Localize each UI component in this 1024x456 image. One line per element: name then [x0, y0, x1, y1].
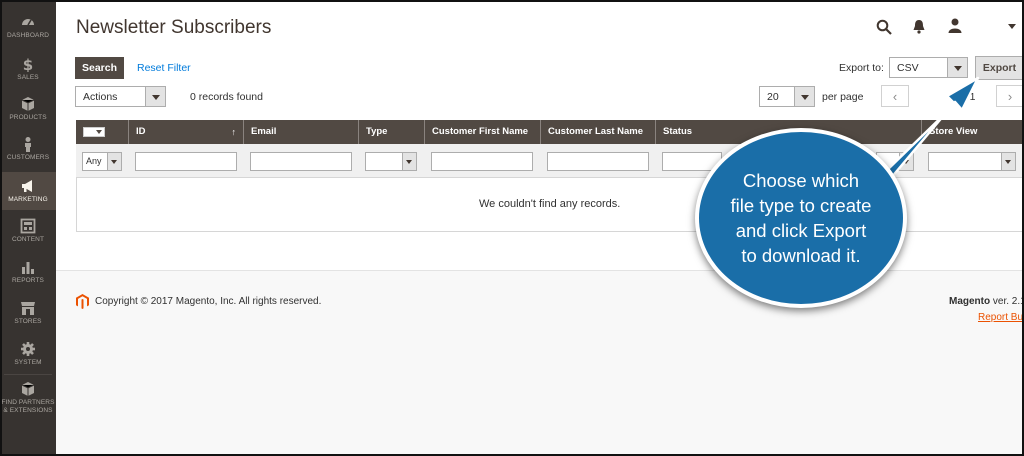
nav-customers[interactable]: CUSTOMERS [0, 136, 56, 162]
callout-line-4: to download it. [741, 245, 861, 266]
chevron-down-icon [145, 87, 165, 106]
nav-customers-label: CUSTOMERS [6, 154, 50, 161]
massaction-filter-value: Any [86, 156, 102, 166]
nav-stores-label: STORES [14, 318, 42, 325]
empty-message: We couldn't find any records. [479, 198, 621, 210]
callout-line-2: file type to create [730, 195, 872, 216]
nav-marketing-label: MARKETING [8, 196, 48, 203]
search-button[interactable]: Search [75, 57, 124, 79]
nav-system[interactable]: SYSTEM [0, 341, 56, 367]
export-format-select[interactable]: CSV [889, 57, 968, 78]
column-store-view[interactable]: Store View [921, 120, 1024, 144]
export-to-label: Export to: [839, 62, 884, 74]
column-last-name[interactable]: Customer Last Name [540, 120, 655, 144]
column-id-label: ID [136, 126, 146, 137]
chevron-down-icon [899, 153, 913, 170]
version-text: Magento ver. 2.1 [949, 296, 1024, 307]
export-format-value: CSV [897, 62, 919, 74]
nav-system-label: SYSTEM [14, 359, 42, 366]
svg-text:$: $ [23, 56, 33, 72]
layout-icon [20, 218, 36, 234]
box-icon [21, 382, 35, 396]
id-filter-input[interactable] [135, 152, 237, 171]
reset-filter-link[interactable]: Reset Filter [137, 62, 191, 74]
report-bugs-link[interactable]: Report Bu [978, 312, 1023, 323]
copyright-text: Copyright © 2017 Magento, Inc. All right… [95, 296, 322, 307]
callout-line-1: Choose which [742, 170, 860, 191]
per-page-value: 20 [767, 91, 779, 103]
caret-down-icon[interactable] [1008, 24, 1016, 29]
last-name-filter-input[interactable] [547, 152, 649, 171]
nav-find-partners-label-2: & EXTENSIONS [3, 407, 53, 414]
chevron-down-icon [947, 58, 967, 77]
nav-stores[interactable]: STORES [0, 300, 56, 326]
admin-sidebar: DASHBOARD $ SALES PRODUCTS CUSTOMERS MAR… [0, 0, 56, 456]
callout-text: Choose which file type to create and cli… [731, 168, 872, 268]
nav-dashboard[interactable]: DASHBOARD [0, 14, 56, 40]
column-email[interactable]: Email [243, 120, 358, 144]
brand-name: Magento [949, 296, 991, 307]
magento-logo-icon [76, 294, 89, 309]
version-number: ver. 2.1 [990, 296, 1024, 307]
first-name-filter-input[interactable] [431, 152, 533, 171]
per-page-label: per page [822, 91, 864, 103]
nav-reports-label: REPORTS [11, 277, 44, 284]
actions-label: Actions [83, 91, 118, 103]
dashboard-icon [22, 19, 34, 26]
bell-icon[interactable] [912, 19, 926, 34]
search-icon[interactable] [876, 19, 892, 35]
bar-chart-icon [22, 262, 34, 274]
nav-products-label: PRODUCTS [9, 114, 47, 121]
records-found: 0 records found [190, 91, 263, 103]
store-view-filter-select[interactable] [928, 152, 1016, 171]
nav-marketing[interactable]: MARKETING [0, 172, 56, 210]
instruction-callout: Choose which file type to create and cli… [695, 128, 907, 308]
email-filter-input[interactable] [250, 152, 352, 171]
caret-down-icon [96, 130, 102, 134]
person-icon [25, 137, 31, 152]
sidebar-divider [4, 374, 52, 375]
nav-content-label: CONTENT [11, 236, 45, 243]
per-page-select[interactable]: 20 [759, 86, 815, 107]
nav-products[interactable]: PRODUCTS [0, 96, 56, 122]
chevron-right-icon: › [1007, 88, 1013, 104]
nav-content[interactable]: CONTENT [0, 218, 56, 244]
sort-arrow-icon: ↑ [231, 127, 237, 137]
chevron-down-icon [107, 153, 121, 170]
actions-dropdown[interactable]: Actions [75, 86, 166, 107]
chevron-down-icon [1001, 153, 1015, 170]
column-first-name[interactable]: Customer First Name [424, 120, 540, 144]
column-type[interactable]: Type [358, 120, 424, 144]
column-id[interactable]: ID ↑ [128, 120, 243, 144]
callout-line-3: and click Export [735, 220, 867, 241]
nav-sales[interactable]: $ SALES [0, 56, 56, 82]
store-icon [21, 302, 35, 315]
megaphone-icon [22, 180, 32, 192]
page-count: of 1 [958, 91, 976, 103]
user-icon[interactable] [948, 18, 962, 33]
gear-icon [21, 342, 35, 356]
dollar-icon: $ [23, 56, 33, 72]
nav-reports[interactable]: REPORTS [0, 259, 56, 285]
page-title: Newsletter Subscribers [76, 17, 272, 38]
massaction-filter-select[interactable]: Any [82, 152, 122, 171]
grid-header: ID ↑ Email Type Customer First Name Cust… [76, 120, 1024, 144]
nav-find-partners-label-1: FIND PARTNERS [1, 399, 55, 406]
chevron-down-icon [402, 153, 416, 170]
export-button[interactable]: Export [975, 56, 1024, 80]
pager-next-button[interactable]: › [996, 85, 1024, 107]
type-filter-select[interactable] [365, 152, 417, 171]
nav-dashboard-label: DASHBOARD [6, 32, 50, 39]
pager-prev-button[interactable]: ‹ [881, 85, 909, 107]
nav-sales-label: SALES [17, 74, 39, 81]
chevron-down-icon [794, 87, 814, 106]
chevron-left-icon: ‹ [892, 88, 898, 104]
nav-find-partners[interactable]: FIND PARTNERS & EXTENSIONS [0, 381, 56, 415]
cube-icon [21, 97, 35, 111]
massaction-header[interactable] [76, 120, 128, 144]
